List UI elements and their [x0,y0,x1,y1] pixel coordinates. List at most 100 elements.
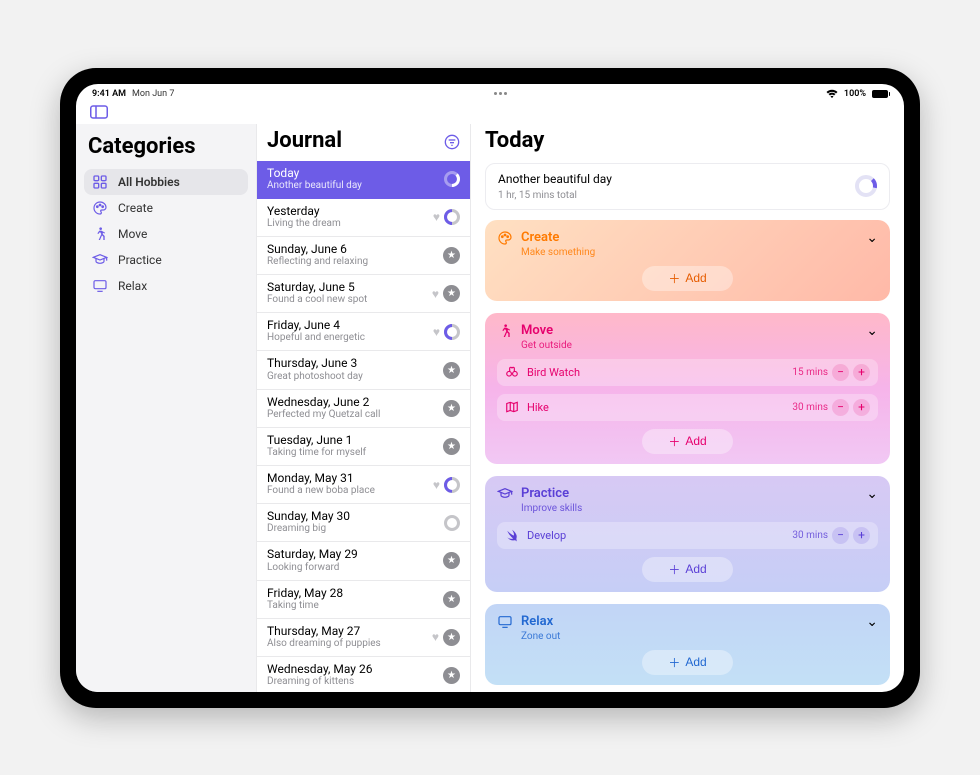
journal-row-subtitle: Found a new boba place [267,485,375,497]
journal-row-title: Wednesday, June 2 [267,396,380,409]
activity-row[interactable]: Develop30 mins−+ [497,522,878,549]
star-icon: ★ [443,552,460,569]
categories-title: Categories [88,134,244,159]
categories-sidebar: Categories All Hobbies Create Move Practice… [76,124,256,692]
sidebar-item-relax[interactable]: Relax [84,273,248,299]
journal-row-subtitle: Dreaming of kittens [267,676,372,688]
sidebar-item-create[interactable]: Create [84,195,248,221]
filter-icon[interactable] [444,134,460,150]
walk-icon [92,226,108,242]
chevron-down-icon[interactable]: ⌄ [866,614,878,630]
journal-row[interactable]: Sunday, May 30Dreaming big [257,504,470,542]
progress-ring-icon [444,324,460,340]
sidebar-item-all-hobbies[interactable]: All Hobbies [84,169,248,195]
sidebar-item-label: Move [118,227,147,241]
journal-row[interactable]: Monday, May 31Found a new boba place♥ [257,466,470,504]
minus-button[interactable]: − [832,399,849,416]
plus-icon: ＋ [668,561,680,578]
journal-row-title: Tuesday, June 1 [267,434,366,447]
star-icon: ★ [443,362,460,379]
status-time: 9:41 AM [92,89,126,99]
section-title: Create [521,230,559,245]
journal-row[interactable]: Friday, June 4Hopeful and energetic♥ [257,313,470,351]
add-label: Add [685,562,706,576]
practice-icon [497,486,513,502]
plus-button[interactable]: + [853,399,870,416]
summary-line: Another beautiful day [498,172,612,186]
activity-row[interactable]: Hike30 mins−+ [497,394,878,421]
sidebar-item-label: All Hobbies [118,175,180,189]
binoc-icon [505,365,519,379]
journal-row[interactable]: Wednesday, May 26Dreaming of kittens★ [257,657,470,692]
wifi-icon [826,89,838,98]
heart-icon: ♥ [432,630,439,644]
sidebar-item-move[interactable]: Move [84,221,248,247]
star-icon: ★ [443,247,460,264]
journal-row[interactable]: Thursday, May 27Also dreaming of puppies… [257,619,470,657]
sidebar-toggle-icon[interactable] [90,105,108,119]
journal-row[interactable]: Saturday, May 29Looking forward★ [257,542,470,580]
create-icon [497,230,513,246]
chevron-down-icon[interactable]: ⌄ [866,230,878,246]
section-title: Relax [521,614,553,629]
minus-button[interactable]: − [832,527,849,544]
today-title: Today [485,124,890,163]
multitask-dots[interactable] [491,92,509,95]
journal-row-subtitle: Taking time [267,600,343,612]
battery-percent: 100% [844,89,866,99]
journal-row-subtitle: Looking forward [267,562,358,574]
plus-button[interactable]: + [853,364,870,381]
journal-row-subtitle: Dreaming big [267,523,350,535]
journal-row[interactable]: Saturday, June 5Found a cool new spot♥★ [257,275,470,313]
journal-row-title: Friday, June 4 [267,319,365,332]
progress-ring-icon [444,515,460,531]
star-icon: ★ [443,438,460,455]
add-button[interactable]: ＋ Add [642,557,732,582]
today-column: Today Another beautiful day 1 hr, 15 min… [471,124,904,692]
journal-row[interactable]: YesterdayLiving the dream♥ [257,199,470,237]
add-button[interactable]: ＋Add [642,429,732,454]
relax-icon [497,614,513,630]
progress-ring-icon [444,209,460,225]
section-move: MoveGet outside⌄Bird Watch15 mins−+Hike3… [485,313,890,464]
battery-icon [872,90,888,98]
journal-row-subtitle: Found a cool new spot [267,294,367,306]
plus-icon: ＋ [668,654,680,671]
chevron-down-icon[interactable]: ⌄ [866,486,878,502]
section-subtitle: Get outside [521,340,572,351]
journal-row-title: Today [267,167,362,180]
status-date: Mon Jun 7 [132,89,174,99]
journal-row[interactable]: Wednesday, June 2Perfected my Quetzal ca… [257,390,470,428]
plus-icon: ＋ [668,270,680,287]
journal-row[interactable]: TodayAnother beautiful day [257,161,470,199]
journal-row-title: Monday, May 31 [267,472,375,485]
day-summary[interactable]: Another beautiful day 1 hr, 15 mins tota… [485,163,890,210]
journal-row[interactable]: Tuesday, June 1Taking time for myself★ [257,428,470,466]
activity-name: Bird Watch [527,366,580,379]
chevron-down-icon[interactable]: ⌄ [866,323,878,339]
journal-row[interactable]: Sunday, June 6Reflecting and relaxing★ [257,237,470,275]
activity-row[interactable]: Bird Watch15 mins−+ [497,359,878,386]
minus-button[interactable]: − [832,364,849,381]
add-button[interactable]: ＋Add [642,650,732,675]
journal-row-title: Sunday, June 6 [267,243,368,256]
grid-icon [92,174,108,190]
journal-row-title: Friday, May 28 [267,587,343,600]
move-icon [497,323,513,339]
sidebar-item-practice[interactable]: Practice [84,247,248,273]
journal-row[interactable]: Friday, May 28Taking time★ [257,581,470,619]
heart-icon: ♥ [433,210,440,224]
journal-row-subtitle: Great photoshoot day [267,371,363,383]
section-practice: PracticeImprove skills⌄Develop30 mins−+＋… [485,476,890,592]
heart-icon: ♥ [432,287,439,301]
summary-sub: 1 hr, 15 mins total [498,190,612,201]
add-button[interactable]: ＋ Add [642,266,732,291]
activity-name: Develop [527,529,566,542]
journal-row-subtitle: Living the dream [267,218,341,230]
star-icon: ★ [443,629,460,646]
plus-button[interactable]: + [853,527,870,544]
journal-row[interactable]: Thursday, June 3Great photoshoot day★ [257,351,470,389]
journal-row-title: Thursday, May 27 [267,625,381,638]
add-label: Add [685,271,706,285]
section-subtitle: Improve skills [521,503,582,514]
